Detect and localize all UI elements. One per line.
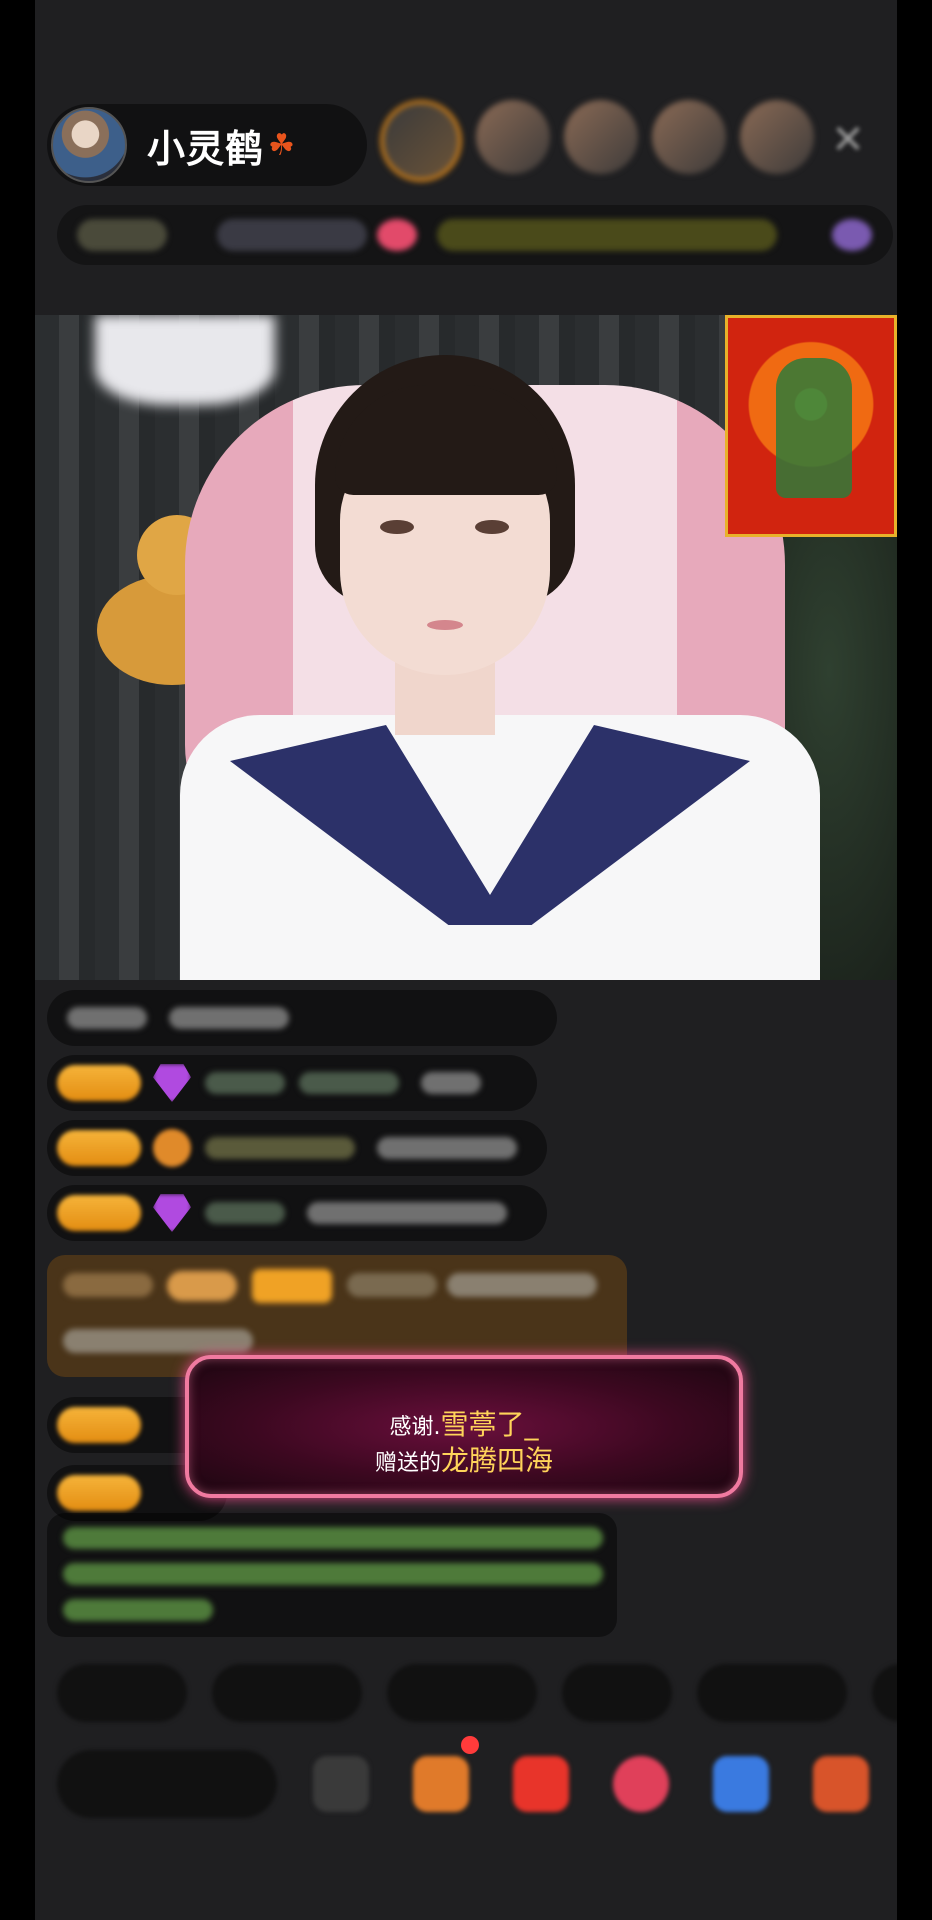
quick-reply-bar	[57, 1664, 897, 1722]
more-gifts-icon[interactable]	[813, 1756, 869, 1812]
system-message[interactable]	[47, 1513, 617, 1637]
quick-reply-chip[interactable]	[697, 1664, 847, 1722]
level-badge	[57, 1065, 141, 1101]
viewer-avatar[interactable]	[652, 100, 726, 174]
streamer-eye	[475, 520, 509, 534]
chat-message[interactable]	[47, 1055, 537, 1111]
viewer-avatar[interactable]	[476, 100, 550, 174]
emoji-icon[interactable]	[313, 1756, 369, 1812]
fans-badge[interactable]	[217, 219, 367, 251]
toast-line-gift: 赠送的龙腾四海	[189, 1439, 739, 1479]
diamond-icon	[153, 1064, 191, 1102]
gift-box-icon[interactable]	[413, 1756, 469, 1812]
gift-sender: 雪葶了_	[440, 1408, 539, 1441]
rank-badge[interactable]	[77, 219, 167, 251]
room-info-bar[interactable]	[57, 205, 893, 265]
toast-gave-label: 赠送的	[374, 1451, 441, 1476]
lamp	[95, 315, 275, 405]
toast-line-thanks: 感谢.雪葶了_	[189, 1403, 739, 1443]
lion-icon	[153, 1129, 191, 1167]
quick-reply-chip[interactable]	[57, 1664, 187, 1722]
quick-reply-chip[interactable]	[872, 1664, 897, 1722]
activity-icon[interactable]	[832, 219, 872, 251]
quick-reply-chip[interactable]	[387, 1664, 537, 1722]
level-badge	[57, 1407, 141, 1443]
gift-thanks-toast: 感谢.雪葶了_ 赠送的龙腾四海	[185, 1355, 743, 1498]
live-video[interactable]	[35, 315, 897, 980]
chat-message[interactable]	[47, 1120, 547, 1176]
viewer-avatar[interactable]	[380, 100, 462, 182]
close-icon[interactable]: ✕	[828, 120, 868, 160]
toast-thanks-label: 感谢.	[389, 1415, 441, 1440]
level-badge	[57, 1130, 141, 1166]
chat-message[interactable]	[47, 990, 557, 1046]
host-profile[interactable]: 小灵鹤 ☘	[47, 104, 367, 186]
host-name: 小灵鹤	[147, 126, 265, 171]
heart-icon[interactable]	[613, 1756, 669, 1812]
diamond-icon	[153, 1194, 191, 1232]
host-avatar[interactable]	[51, 107, 127, 183]
streamer-lips	[427, 620, 463, 630]
quick-reply-chip[interactable]	[212, 1664, 362, 1722]
gift-name: 龙腾四海	[441, 1444, 554, 1477]
streamer-eye	[380, 520, 414, 534]
gamepad-icon[interactable]	[713, 1756, 769, 1812]
level-badge	[57, 1195, 141, 1231]
viewer-avatar[interactable]	[740, 100, 814, 174]
live-room: 小灵鹤 ☘ ✕ 感谢.雪葶了_ 赠送的龙腾四海	[35, 0, 897, 1920]
viewer-avatar[interactable]	[564, 100, 638, 174]
red-packet-icon[interactable]	[513, 1756, 569, 1812]
gift-bubble-icon[interactable]	[377, 219, 417, 251]
viewer-avatars[interactable]	[380, 100, 814, 182]
marquee-banner[interactable]	[437, 219, 777, 251]
chat-message[interactable]	[47, 1185, 547, 1241]
level-badge	[57, 1475, 141, 1511]
notification-dot	[461, 1736, 479, 1754]
maple-leaf-icon: ☘	[268, 127, 295, 163]
god-of-wealth-poster[interactable]	[725, 315, 897, 537]
chat-input[interactable]	[57, 1750, 277, 1818]
quick-reply-chip[interactable]	[562, 1664, 672, 1722]
